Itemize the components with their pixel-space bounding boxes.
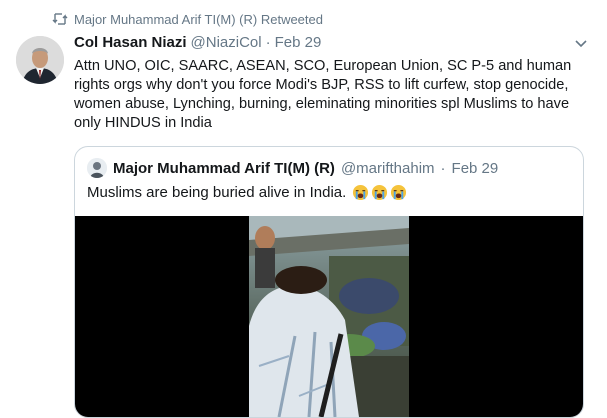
quoted-separator-dot: · — [440, 159, 446, 177]
quoted-tweet-text: Muslims are being buried alive in India. — [87, 184, 347, 201]
separator-dot: · — [265, 34, 271, 51]
display-name[interactable]: Col Hasan Niazi — [74, 34, 187, 51]
avatar[interactable] — [16, 36, 64, 84]
quoted-tweet-text-row: Muslims are being buried alive in India. — [87, 184, 407, 201]
retweet-banner[interactable]: Major Muhammad Arif TI(M) (R) Retweeted — [52, 10, 323, 28]
loudly-crying-face-icon — [390, 184, 407, 201]
video-player[interactable] — [75, 216, 583, 417]
chevron-down-icon — [575, 35, 587, 53]
quoted-display-name[interactable]: Major Muhammad Arif TI(M) (R) — [113, 160, 335, 177]
loudly-crying-face-icon — [371, 184, 388, 201]
quoted-tweet-header: Major Muhammad Arif TI(M) (R) @marifthah… — [87, 157, 573, 179]
tweet-date[interactable]: Feb 29 — [275, 34, 322, 51]
emoji-group — [352, 184, 407, 201]
quoted-tweet-card[interactable]: Major Muhammad Arif TI(M) (R) @marifthah… — [74, 146, 584, 418]
tweet-text: Attn UNO, OIC, SAARC, ASEAN, SCO, Europe… — [74, 58, 572, 131]
quoted-tweet-date[interactable]: Feb 29 — [452, 160, 499, 177]
retweet-icon — [52, 12, 68, 26]
loudly-crying-face-icon — [352, 184, 369, 201]
tweet-header: Col Hasan Niazi @NiaziCol · Feb 29 — [74, 34, 567, 54]
quoted-user-handle[interactable]: @marifthahim — [341, 160, 435, 177]
more-options-button[interactable] — [573, 36, 589, 52]
user-handle[interactable]: @NiaziCol — [191, 34, 262, 51]
retweet-banner-text[interactable]: Major Muhammad Arif TI(M) (R) Retweeted — [74, 12, 323, 27]
video-frame — [249, 216, 409, 417]
quoted-avatar — [87, 158, 107, 178]
